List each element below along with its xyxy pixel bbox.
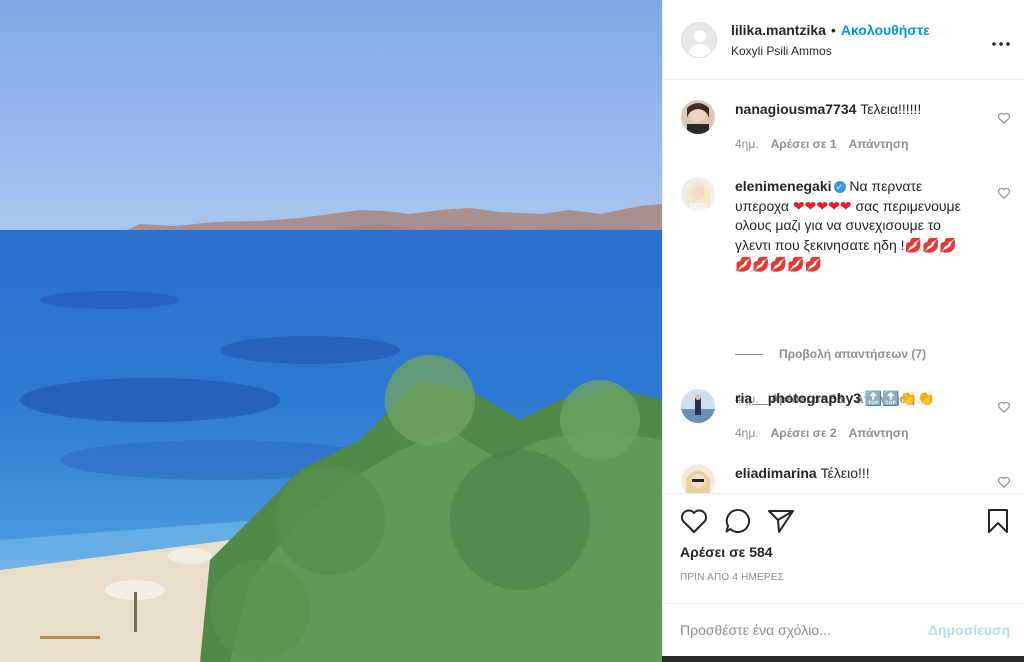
view-replies-label: Προβολή απαντήσεων (7) <box>779 347 927 361</box>
comment-likes[interactable]: Αρέσει σε 1 <box>771 137 837 151</box>
comment-likes[interactable]: Αρέσει σε 2 <box>771 426 837 440</box>
comments-list[interactable]: nanagiousma7734 Τελεια!!!!!! 4ημ. Αρέσει … <box>663 80 1024 493</box>
verified-badge-icon: ✓ <box>833 181 846 193</box>
location-link[interactable]: Koxyli Psili Ammos <box>731 44 930 58</box>
comment-username[interactable]: ria__photography3 <box>735 390 861 406</box>
comment-username[interactable]: elenimenegaki <box>735 178 832 194</box>
comment-like-heart-icon[interactable] <box>997 400 1011 414</box>
post-timestamp[interactable]: ΠΡΙΝ ΑΠΟ 4 ΗΜΕΡΕΣ <box>680 572 784 583</box>
likes-count[interactable]: Αρέσει σε 584 <box>680 544 773 560</box>
comment-like-heart-icon[interactable] <box>997 111 1011 125</box>
hearts-emoji: ❤❤❤❤❤ <box>792 197 852 214</box>
comment-like-heart-icon[interactable] <box>997 475 1011 489</box>
view-replies-button[interactable]: Προβολή απαντήσεων (7) <box>735 347 926 361</box>
post-comment-button[interactable]: Δημοσίευση <box>928 622 1010 638</box>
view-replies-line <box>735 354 763 356</box>
comment-time[interactable]: 4ημ. <box>735 426 759 440</box>
comment-text: Τελεια!!!!!! <box>860 101 922 117</box>
commenter-avatar[interactable] <box>681 389 715 423</box>
commenter-avatar[interactable] <box>681 100 715 134</box>
author-username[interactable]: lilika.mantzika <box>731 22 826 38</box>
comment-text: Τέλειο!!! <box>820 465 870 481</box>
comment-time[interactable]: 4ημ. <box>735 137 759 151</box>
comment-meta: 4ημ. Αρέσει σε 2 Απάντηση <box>735 426 920 440</box>
post-actions: Αρέσει σε 584 ΠΡΙΝ ΑΠΟ 4 ΗΜΕΡΕΣ <box>663 493 1024 603</box>
like-heart-icon[interactable] <box>680 508 708 534</box>
add-comment-input[interactable] <box>680 619 910 641</box>
comment-like-heart-icon[interactable] <box>997 186 1011 200</box>
comment-username[interactable]: nanagiousma7734 <box>735 101 856 117</box>
add-comment-bar: Δημοσίευση <box>663 603 1024 656</box>
comment-username[interactable]: eliadimarina <box>735 465 817 481</box>
post-sidebar: lilika.mantzika • Ακολουθήστε Koxyli Psili… <box>662 0 1024 656</box>
post-header: lilika.mantzika • Ακολουθήστε Koxyli Psili… <box>663 0 1024 80</box>
separator-dot: • <box>830 21 836 38</box>
post-photo[interactable] <box>0 0 662 662</box>
share-send-icon[interactable] <box>767 508 795 534</box>
commenter-avatar[interactable] <box>681 464 715 493</box>
beach-landscape-image <box>0 0 662 662</box>
follow-button[interactable]: Ακολουθήστε <box>841 22 930 38</box>
commenter-avatar[interactable] <box>681 177 715 211</box>
post-header-text: lilika.mantzika • Ακολουθήστε Koxyli Psili… <box>731 22 930 58</box>
instagram-post-modal: lilika.mantzika • Ακολουθήστε Koxyli Psili… <box>0 0 1024 662</box>
author-avatar[interactable] <box>681 21 717 58</box>
comment-icon[interactable] <box>724 508 752 534</box>
reply-button[interactable]: Απάντηση <box>849 426 909 440</box>
save-bookmark-icon[interactable] <box>986 508 1010 534</box>
comment-text: 🔝🔝👏👏 <box>864 390 935 406</box>
comment-meta: 4ημ. Αρέσει σε 1 Απάντηση <box>735 137 920 151</box>
background-strip <box>662 656 1024 662</box>
more-options-icon[interactable] <box>992 36 1010 46</box>
reply-button[interactable]: Απάντηση <box>849 137 909 151</box>
